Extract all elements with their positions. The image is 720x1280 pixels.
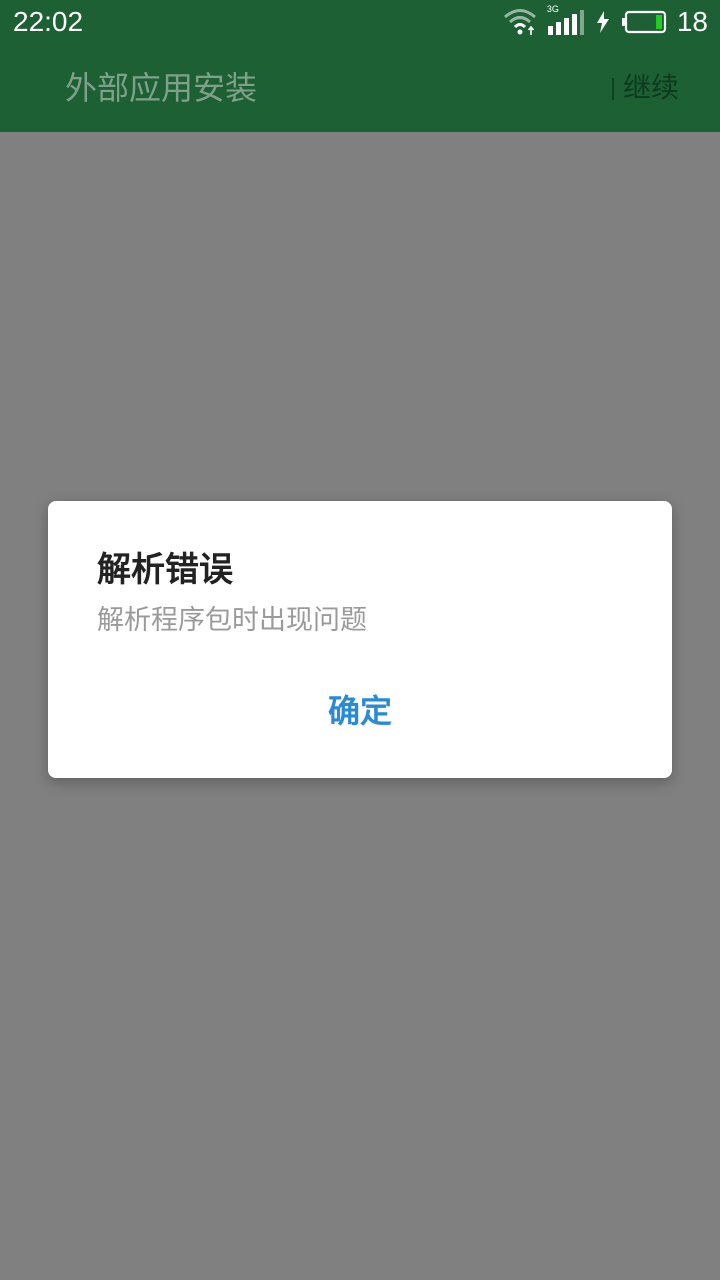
cellular-signal-icon: 3G	[547, 4, 585, 36]
battery-fill	[655, 15, 662, 29]
status-time: 22:02	[13, 6, 84, 37]
battery-percent: 18	[676, 6, 708, 37]
battery-icon	[621, 10, 667, 34]
wifi-icon	[503, 7, 537, 37]
status-icons: 3G 18	[503, 4, 708, 38]
page-title: 外部应用安装	[65, 69, 258, 107]
continue-button[interactable]: 继续	[623, 70, 679, 106]
dialog-message: 解析程序包时出现问题	[97, 605, 367, 636]
error-dialog: 解析错误 解析程序包时出现问题 确定	[48, 501, 672, 778]
network-type-label: 3G	[546, 4, 559, 14]
confirm-button[interactable]: 确定	[48, 677, 672, 741]
action-divider	[612, 78, 614, 100]
dialog-title: 解析错误	[97, 550, 233, 590]
charging-bolt-icon	[595, 10, 611, 34]
status-bar: 22:02 3G 18	[0, 0, 720, 44]
app-bar: 外部应用安装 继续	[0, 44, 720, 132]
